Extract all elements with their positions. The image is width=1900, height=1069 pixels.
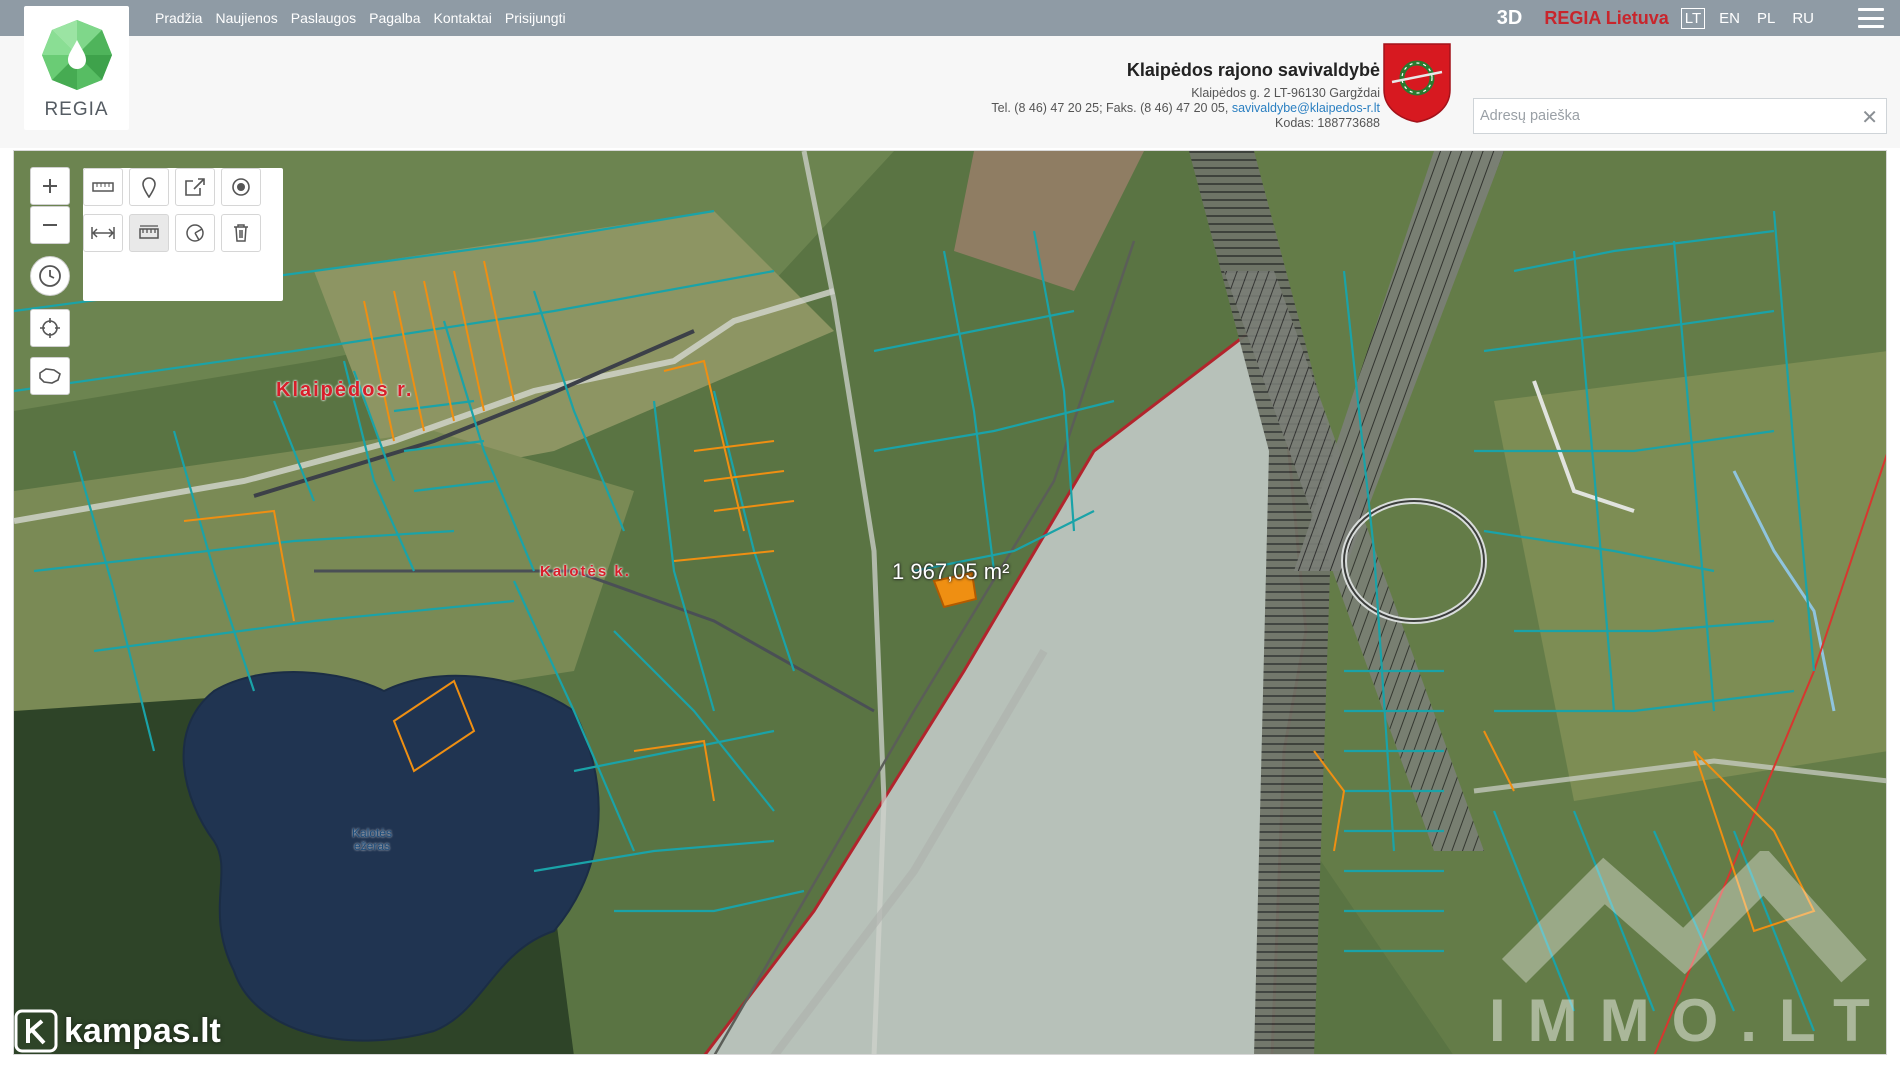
radius-icon (186, 224, 204, 242)
regia-logo[interactable]: REGIA (24, 6, 129, 130)
minus-icon (43, 224, 57, 226)
municipality-info: Klaipėdos rajono savivaldybė Klaipėdos g… (991, 60, 1380, 131)
trash-icon (234, 224, 248, 242)
lang-pl[interactable]: PL (1754, 9, 1778, 28)
measure-distance-button[interactable] (83, 168, 123, 206)
immo-logo-icon (1501, 851, 1867, 984)
header: Klaipėdos rajono savivaldybė Klaipėdos g… (0, 36, 1900, 148)
address-search: ✕ (1473, 98, 1887, 134)
map-pin-icon (142, 177, 156, 198)
lake-name-line2: ežeras (354, 839, 391, 853)
municipality-phone: Tel. (8 46) 47 20 25; Faks. (8 46) 47 20… (991, 101, 1229, 115)
kampas-text: kampas.lt (64, 1011, 221, 1050)
locate-button[interactable] (30, 309, 70, 347)
share-icon (185, 178, 205, 196)
municipality-title: Klaipėdos rajono savivaldybė (1126, 60, 1380, 80)
width-arrows-icon (91, 227, 115, 239)
municipality-contacts: Tel. (8 46) 47 20 25; Faks. (8 46) 47 20… (991, 101, 1380, 116)
main-nav: Pradžia Naujienos Paslaugos Pagalba Kont… (155, 0, 566, 36)
address-search-input[interactable] (1474, 99, 1854, 133)
coat-of-arms-icon (1383, 43, 1451, 123)
crosshair-icon (40, 318, 60, 338)
measure-radius-button[interactable] (175, 214, 215, 252)
top-bar: Pradžia Naujienos Paslaugos Pagalba Kont… (0, 0, 1900, 36)
place-kalotes: Kalotės k. (540, 563, 631, 580)
map-canvas[interactable]: Klaipėdos r. Kalotės k. Kalotės ežeras 1… (13, 150, 1887, 1055)
nav-naujienos[interactable]: Naujienos (215, 10, 277, 26)
zoom-out-button[interactable] (30, 206, 70, 244)
3d-button[interactable]: 3D (1497, 7, 1523, 30)
clock-icon (39, 265, 61, 287)
nav-paslaugos[interactable]: Paslaugos (291, 10, 356, 26)
plus-icon (43, 179, 57, 193)
marker-button[interactable] (129, 168, 169, 206)
regia-logo-icon (41, 20, 112, 90)
nav-kontaktai[interactable]: Kontaktai (434, 10, 492, 26)
lang-en[interactable]: EN (1716, 9, 1743, 28)
regia-lietuva-link[interactable]: REGIA Lietuva (1544, 8, 1668, 29)
history-button[interactable] (30, 256, 70, 296)
right-nav: 3D REGIA Lietuva LT EN PL RU (1497, 0, 1900, 36)
nav-prisijungti[interactable]: Prisijungti (505, 10, 566, 26)
area-measurement-label: 1 967,05 m² (892, 559, 1010, 584)
area-ruler-icon (139, 225, 159, 239)
municipality-address: Klaipėdos g. 2 LT-96130 Gargždai (1191, 86, 1380, 100)
clear-icon[interactable]: ✕ (1861, 105, 1878, 130)
lithuania-extent-button[interactable] (30, 357, 70, 395)
lang-ru[interactable]: RU (1789, 9, 1817, 28)
target-icon (232, 178, 250, 196)
export-button[interactable] (175, 168, 215, 206)
measure-panel (83, 168, 283, 301)
nav-pradzia[interactable]: Pradžia (155, 10, 202, 26)
kampas-logo-icon (14, 1009, 58, 1053)
zoom-in-button[interactable] (30, 167, 70, 205)
measure-area-button[interactable] (129, 214, 169, 252)
country-outline-icon (39, 368, 61, 384)
lake-name: Kalotės ežeras (352, 827, 392, 853)
measure-length-button[interactable] (83, 214, 123, 252)
nav-pagalba[interactable]: Pagalba (369, 10, 420, 26)
kampas-watermark: kampas.lt (14, 1009, 221, 1053)
ruler-icon (92, 182, 114, 192)
menu-icon[interactable] (1858, 8, 1884, 28)
point-button[interactable] (221, 168, 261, 206)
municipality-email[interactable]: savivaldybe@klaipedos-r.lt (1232, 101, 1380, 115)
delete-measurements-button[interactable] (221, 214, 261, 252)
regia-logo-text: REGIA (44, 99, 109, 120)
immo-watermark: IMMO.LT (1489, 987, 1887, 1054)
lang-lt[interactable]: LT (1680, 7, 1706, 29)
municipality-code: Kodas: 188773688 (1275, 116, 1380, 130)
place-klaipedos: Klaipėdos r. (276, 379, 414, 401)
